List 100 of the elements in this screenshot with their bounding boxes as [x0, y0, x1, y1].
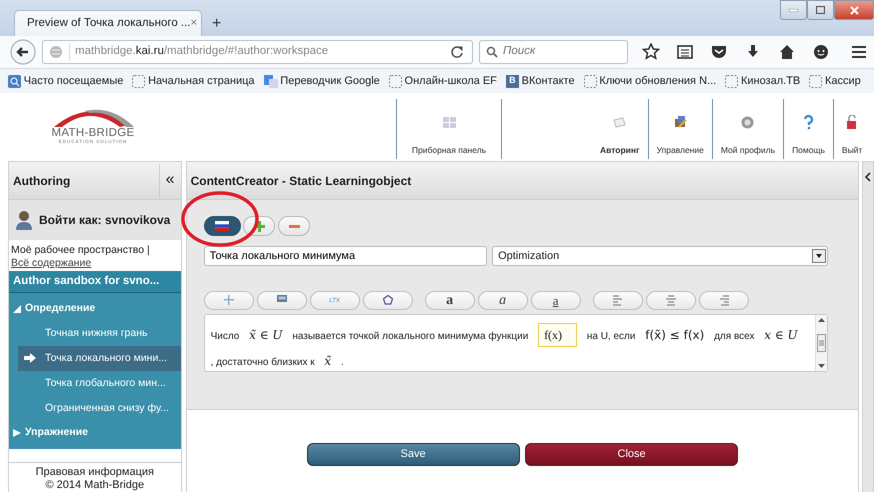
chat-icon[interactable]: [812, 43, 830, 61]
nav-tab[interactable]: Мой профиль: [712, 99, 784, 159]
scroll-down-icon: [818, 364, 826, 368]
nav-tab[interactable]: Выйт: [834, 99, 870, 159]
tools-icon: [672, 115, 688, 130]
close-button[interactable]: Close: [525, 443, 738, 466]
blank-page-icon: [725, 74, 738, 88]
search-box[interactable]: Поиск: [479, 40, 628, 64]
tree-item[interactable]: Точная нижняя грань: [18, 321, 181, 346]
paper-icon: [612, 115, 628, 130]
tree-item[interactable]: Точка глобального мин...: [18, 371, 181, 396]
sentence-text: Число: [210, 330, 240, 344]
arrow-icon: [24, 353, 36, 364]
reading-list-icon[interactable]: [676, 43, 694, 61]
search-icon: [486, 46, 498, 58]
scroll-up-icon: [818, 318, 826, 322]
minimize-button[interactable]: [780, 0, 807, 20]
sandbox-title: Author sandbox for svno...: [9, 271, 181, 294]
search-page-icon: [8, 74, 21, 88]
toolbar-button[interactable]: a: [530, 291, 581, 310]
bookmark[interactable]: Переводчик Google: [264, 72, 380, 90]
category-select[interactable]: Optimization: [492, 246, 828, 266]
toolbar-button[interactable]: [646, 291, 696, 310]
bookmark[interactable]: Онлайн-школа EF: [388, 72, 497, 90]
chevron-left-icon[interactable]: [865, 172, 872, 182]
plus-icon: [224, 295, 234, 306]
blank-page-icon: [584, 74, 597, 88]
bookmark[interactable]: Часто посещаемые: [8, 72, 124, 90]
flag-icon: [215, 221, 230, 231]
expanded-triangle-icon: [13, 305, 21, 314]
align-right-icon: [718, 295, 729, 306]
tree-node[interactable]: Определение: [9, 297, 181, 322]
pocket-icon[interactable]: [710, 43, 728, 61]
tab-title: Preview of Точка локального ...: [27, 16, 190, 31]
gear-icon: [740, 115, 756, 130]
collapse-button[interactable]: «: [158, 164, 181, 198]
align-left-icon: [612, 295, 623, 306]
math-expression: x̃: [324, 353, 332, 370]
tab-close-button[interactable]: ×: [190, 14, 198, 32]
reload-icon[interactable]: [450, 45, 464, 59]
nav-tab[interactable]: Авторинг: [592, 99, 649, 159]
math-expression: f(x̃) ≤ f(x): [645, 327, 704, 344]
toolbar-button[interactable]: [592, 291, 643, 310]
title-input[interactable]: Точка локального минимума: [204, 246, 487, 266]
math-expression: x̃ ∈ U: [249, 327, 283, 344]
bookmark[interactable]: Начальная страница: [132, 72, 255, 90]
workspace-label: Моё рабочее пространство |: [11, 244, 150, 256]
bookmark[interactable]: Кассир: [809, 72, 861, 90]
math-expression: x ∈ U: [764, 327, 798, 344]
save-button[interactable]: Save: [306, 443, 520, 466]
tree-node[interactable]: Упражнение: [9, 421, 181, 446]
footer-text: © 2014 Math-Bridge: [44, 479, 146, 492]
sentence-text: называется точкой локального минимума функции: [292, 330, 528, 344]
scroll-thumb-icon: [817, 334, 826, 352]
back-button[interactable]: [10, 39, 36, 65]
align-center-icon: [666, 295, 676, 306]
nav-tab[interactable]: Управление: [648, 99, 713, 159]
blank-page-icon: [388, 74, 402, 88]
sentence-text: .: [340, 356, 344, 370]
bookmark[interactable]: Кинозал.ТВ: [725, 72, 800, 90]
home-icon[interactable]: [778, 43, 796, 61]
toolbar-button[interactable]: a: [424, 291, 475, 310]
toolbar-button[interactable]: a: [478, 291, 528, 310]
tree-item[interactable]: Точка локального мини...: [18, 346, 181, 372]
nav-tab[interactable]: Помощь: [784, 99, 834, 159]
sidebar-title: Authoring: [13, 172, 70, 190]
blank-page-icon: [132, 74, 146, 88]
close-window-button[interactable]: [834, 0, 874, 20]
pentagon-icon: [382, 295, 393, 306]
toolbar-button[interactable]: [256, 291, 307, 310]
close-icon: [850, 6, 858, 14]
maximize-button[interactable]: [807, 0, 834, 20]
blank-page-icon: [809, 74, 822, 88]
text-editor[interactable]: Число x̃ ∈ U называется точкой локального минимума функции f(x) на U, если f(x̃) ≤ f(x) для всех x ∈ U , достаточно близких к x̃ .: [204, 314, 828, 372]
toolbar-button[interactable]: [362, 291, 413, 310]
translate-icon: [264, 74, 278, 88]
address-bar[interactable]: mathbridge.kai.ru/mathbridge/#!author:workspace: [42, 40, 474, 64]
nav-tab[interactable]: Приборная панель: [396, 99, 502, 159]
minus-icon: [288, 224, 300, 228]
new-tab-button[interactable]: +: [202, 12, 232, 36]
bookmark-star-icon[interactable]: [642, 43, 660, 61]
minimize-icon: [789, 8, 798, 12]
dashboard-icon: [442, 115, 456, 130]
language-button[interactable]: [204, 216, 241, 236]
tree-item[interactable]: Ограниченная снизу фу...: [18, 396, 181, 422]
bookmark[interactable]: Ключи обновления N...: [584, 72, 716, 90]
user-avatar-icon: [15, 210, 33, 230]
menu-icon[interactable]: [850, 43, 868, 61]
panel-title: ContentCreator - Static Learningobject: [190, 172, 412, 190]
maximize-icon: [816, 6, 825, 14]
scrollbar[interactable]: [815, 315, 828, 371]
all-content-link[interactable]: Всё содержание: [11, 257, 92, 270]
bookmark[interactable]: В ВКонтакте: [506, 72, 575, 90]
vk-icon: В: [506, 74, 519, 88]
sentence-text: на U, если: [586, 330, 636, 344]
formula-box[interactable]: f(x): [538, 323, 578, 347]
toolbar-button[interactable]: [698, 291, 749, 310]
footer-text: Правовая информация: [34, 466, 155, 479]
browser-tab[interactable]: Preview of Точка локального ...×: [14, 10, 202, 36]
collapsed-triangle-icon: [13, 429, 21, 438]
